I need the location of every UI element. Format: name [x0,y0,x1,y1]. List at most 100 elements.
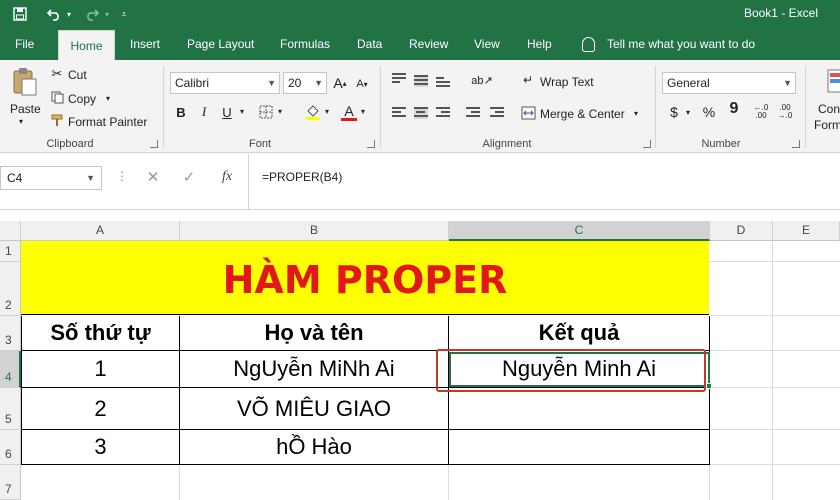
shrink-font-button[interactable]: A ▾ [354,76,370,92]
tab-home[interactable]: Home [58,30,115,60]
data-cell-c5[interactable] [449,388,710,430]
comma-button[interactable]: 9 [726,100,742,117]
paste-dropdown-icon[interactable]: ▾ [19,117,23,126]
merge-center-button[interactable]: Merge & Center [540,107,625,121]
redo-dropdown-icon[interactable]: ▾ [102,4,112,24]
align-center-icon[interactable] [414,107,428,119]
customize-toolbar-icon[interactable]: ⩡ [118,4,130,24]
font-color-icon[interactable]: A [340,102,358,122]
bold-button[interactable]: B [172,103,190,121]
data-cell-a4[interactable]: 1 [21,351,180,388]
currency-button[interactable]: $ [666,104,682,120]
tab-data[interactable]: Data [357,28,382,60]
data-cell-c6[interactable] [449,430,710,465]
header-cell-ket-qua[interactable]: Kết quả [449,316,710,351]
tab-review[interactable]: Review [409,28,448,60]
row-header-1[interactable]: 1 [0,241,21,262]
column-header-a[interactable]: A [21,221,180,241]
copy-button[interactable]: Copy [68,92,96,106]
align-middle-icon[interactable] [414,75,428,87]
tab-formulas[interactable]: Formulas [280,28,330,60]
data-cell-b6[interactable]: hỒ Hào [180,430,449,465]
font-size-value: 20 [288,76,302,90]
copy-dropdown-icon[interactable]: ▾ [106,94,110,103]
data-cell-b4[interactable]: NgUyễn MiNh Ai [180,351,449,388]
highlight-annotation-box [436,349,706,392]
format-as-table-label[interactable]: Form [814,118,840,132]
font-name-dropdown[interactable]: Calibri ▼ [170,72,280,94]
clipboard-launcher-icon[interactable] [150,140,158,148]
row-header-6[interactable]: 6 [0,430,21,465]
row-header-7[interactable]: 7 [0,465,21,500]
font-launcher-icon[interactable] [367,140,375,148]
select-all-corner[interactable] [0,221,21,241]
row-header-4[interactable]: 4 [0,351,21,388]
decrease-decimal-icon[interactable]: .00 →.0 [776,104,794,120]
tab-help[interactable]: Help [527,28,552,60]
tab-file[interactable]: File [15,28,34,60]
currency-dropdown-icon[interactable]: ▾ [686,108,690,117]
number-launcher-icon[interactable] [792,140,800,148]
cut-button[interactable]: Cut [68,68,87,82]
column-header-e[interactable]: E [773,221,840,241]
font-color-dropdown-icon[interactable]: ▾ [361,107,365,116]
borders-icon[interactable] [258,104,274,120]
fill-handle[interactable] [706,383,712,389]
row-header-2[interactable]: 2 [0,262,21,316]
paste-icon[interactable] [10,66,40,98]
underline-button[interactable]: U [218,103,236,121]
merge-dropdown-icon[interactable]: ▾ [634,109,638,118]
header-cell-ho-ten[interactable]: Họ và tên [180,316,449,351]
orientation-icon[interactable]: ab↗ [470,72,494,88]
window-title: Book1 - Excel [743,6,818,20]
wrap-text-button[interactable]: Wrap Text [540,75,594,89]
save-icon[interactable] [10,4,30,24]
paste-button[interactable]: Paste [10,102,41,116]
column-header-c[interactable]: C [449,221,710,241]
drag-handle-icon[interactable]: ⋮ [116,169,128,183]
alignment-launcher-icon[interactable] [643,140,651,148]
data-cell-a6[interactable]: 3 [21,430,180,465]
align-right-icon[interactable] [436,107,450,119]
enter-icon[interactable]: ✓ [180,168,198,186]
number-format-dropdown[interactable]: General ▼ [662,72,796,94]
percent-button[interactable]: % [701,104,717,120]
header-cell-stt[interactable]: Số thứ tự [21,316,180,351]
increase-decimal-icon[interactable]: ←.0.00 [752,104,770,120]
cancel-icon[interactable]: ✕ [144,168,162,186]
banner-title: HÀM PROPER [222,258,508,302]
conditional-formatting-icon[interactable] [826,66,840,96]
formula-text[interactable]: =PROPER(B4) [262,170,342,184]
format-painter-button[interactable]: Format Painter [68,115,147,129]
tab-page-layout[interactable]: Page Layout [187,28,254,60]
tell-me-box[interactable]: Tell me what you want to do [582,28,755,60]
undo-icon[interactable] [44,4,64,24]
conditional-formatting-label[interactable]: Con [818,102,840,116]
grow-font-button[interactable]: A ▴ [332,74,348,92]
fill-color-icon[interactable] [304,103,322,121]
fill-color-dropdown-icon[interactable]: ▾ [325,107,329,116]
undo-dropdown-icon[interactable]: ▾ [64,4,74,24]
decrease-indent-icon[interactable] [466,107,480,119]
name-box[interactable]: C4 ▼ [0,166,102,190]
italic-button[interactable]: I [195,103,213,121]
column-header-d[interactable]: D [710,221,773,241]
tab-insert[interactable]: Insert [130,28,160,60]
tab-view[interactable]: View [474,28,500,60]
redo-icon[interactable] [82,4,102,24]
align-left-icon[interactable] [392,107,406,119]
clipboard-group-label: Clipboard [46,138,94,150]
increase-indent-icon[interactable] [490,107,504,119]
gridline [710,429,840,430]
row-header-3[interactable]: 3 [0,316,21,351]
font-size-dropdown[interactable]: 20 ▼ [283,72,327,94]
row-header-5[interactable]: 5 [0,388,21,430]
data-cell-a5[interactable]: 2 [21,388,180,430]
column-header-b[interactable]: B [180,221,449,241]
align-bottom-icon[interactable] [436,77,450,89]
data-cell-b5[interactable]: VÕ MIÊU GIAO [180,388,449,430]
align-top-icon[interactable] [392,73,406,85]
underline-dropdown-icon[interactable]: ▾ [240,107,244,116]
borders-dropdown-icon[interactable]: ▾ [278,107,282,116]
insert-function-icon[interactable]: fx [218,168,236,186]
